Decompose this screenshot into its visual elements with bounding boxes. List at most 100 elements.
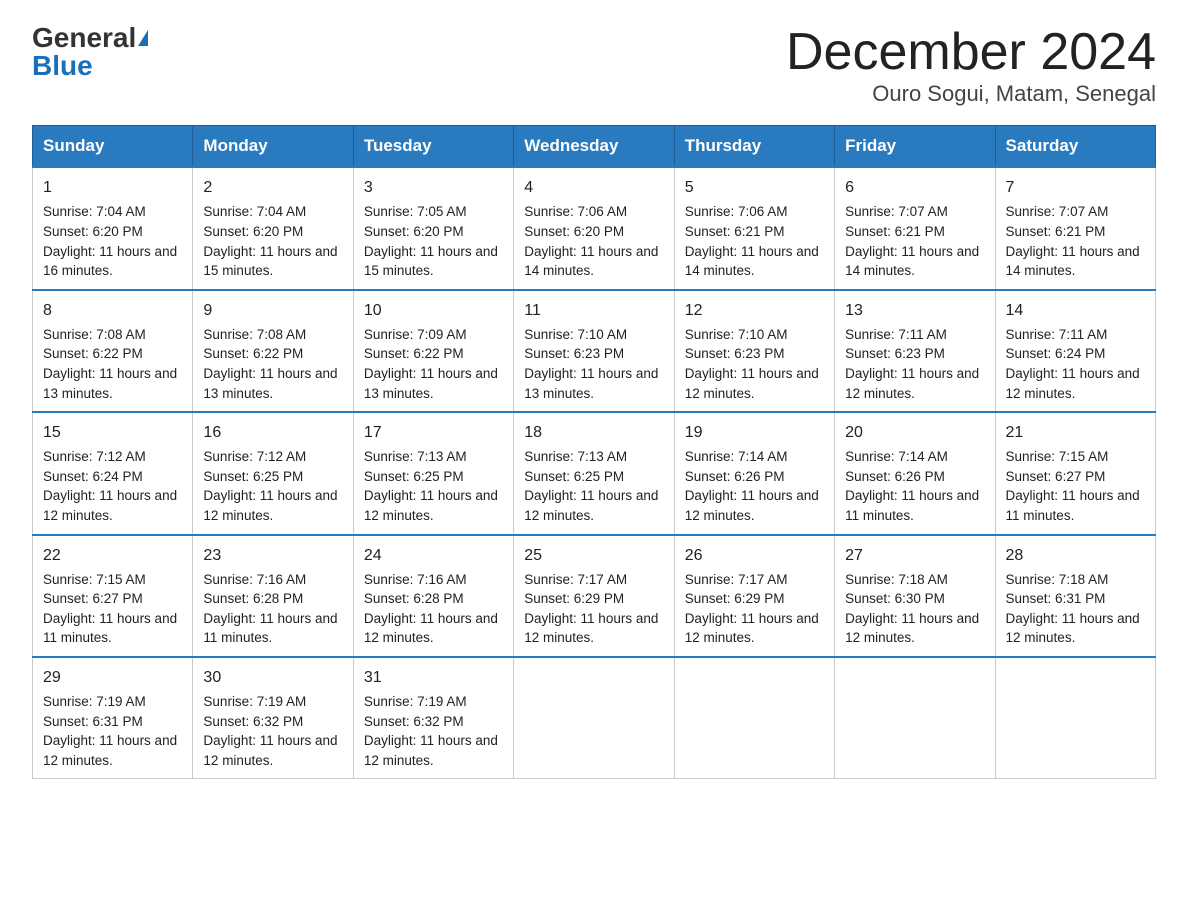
sunset-label: Sunset: 6:23 PM [845, 346, 945, 361]
sunrise-label: Sunrise: 7:18 AM [1006, 572, 1109, 587]
day-number: 8 [43, 299, 182, 322]
day-number: 12 [685, 299, 824, 322]
daylight-label: Daylight: 11 hours and 12 minutes. [203, 733, 337, 768]
sunset-label: Sunset: 6:31 PM [43, 714, 143, 729]
calendar-cell: 1Sunrise: 7:04 AMSunset: 6:20 PMDaylight… [33, 167, 193, 289]
day-number: 9 [203, 299, 342, 322]
daylight-label: Daylight: 11 hours and 13 minutes. [524, 366, 658, 401]
daylight-label: Daylight: 11 hours and 12 minutes. [685, 366, 819, 401]
sunset-label: Sunset: 6:25 PM [203, 469, 303, 484]
calendar-cell: 22Sunrise: 7:15 AMSunset: 6:27 PMDayligh… [33, 535, 193, 657]
sunset-label: Sunset: 6:29 PM [685, 591, 785, 606]
day-number: 10 [364, 299, 503, 322]
calendar-cell [995, 657, 1155, 779]
sunrise-label: Sunrise: 7:06 AM [524, 204, 627, 219]
sunrise-label: Sunrise: 7:12 AM [203, 449, 306, 464]
sunset-label: Sunset: 6:21 PM [1006, 224, 1106, 239]
day-number: 28 [1006, 544, 1145, 567]
sunrise-label: Sunrise: 7:19 AM [364, 694, 467, 709]
calendar-cell: 3Sunrise: 7:05 AMSunset: 6:20 PMDaylight… [353, 167, 513, 289]
sunrise-label: Sunrise: 7:17 AM [685, 572, 788, 587]
calendar-cell: 7Sunrise: 7:07 AMSunset: 6:21 PMDaylight… [995, 167, 1155, 289]
calendar-cell: 31Sunrise: 7:19 AMSunset: 6:32 PMDayligh… [353, 657, 513, 779]
sunrise-label: Sunrise: 7:14 AM [685, 449, 788, 464]
sunset-label: Sunset: 6:23 PM [685, 346, 785, 361]
day-number: 13 [845, 299, 984, 322]
daylight-label: Daylight: 11 hours and 12 minutes. [364, 611, 498, 646]
calendar-week-row: 8 Sunrise: 7:08 AM Sunset: 6:22 PM Daylight… [33, 290, 1156, 412]
day-number: 20 [845, 421, 984, 444]
sunset-label: Sunset: 6:27 PM [1006, 469, 1106, 484]
calendar-header-row: SundayMondayTuesdayWednesdayThursdayFrid… [33, 126, 1156, 168]
calendar-cell: 21Sunrise: 7:15 AMSunset: 6:27 PMDayligh… [995, 412, 1155, 534]
sunrise-label: Sunrise: 7:08 AM [43, 327, 146, 342]
calendar-cell: 29Sunrise: 7:19 AMSunset: 6:31 PMDayligh… [33, 657, 193, 779]
sunrise-label: Sunrise: 7:16 AM [203, 572, 306, 587]
daylight-label: Daylight: 11 hours and 11 minutes. [845, 488, 979, 523]
sunrise-label: Sunrise: 7:11 AM [1006, 327, 1108, 342]
day-number: 27 [845, 544, 984, 567]
calendar-header-friday: Friday [835, 126, 995, 168]
day-number: 25 [524, 544, 663, 567]
logo-general: General [32, 24, 136, 52]
calendar-cell: 18Sunrise: 7:13 AMSunset: 6:25 PMDayligh… [514, 412, 674, 534]
sunset-label: Sunset: 6:26 PM [685, 469, 785, 484]
day-number: 26 [685, 544, 824, 567]
sunrise-label: Sunrise: 7:17 AM [524, 572, 627, 587]
calendar-week-row: 15Sunrise: 7:12 AMSunset: 6:24 PMDayligh… [33, 412, 1156, 534]
daylight-label: Daylight: 11 hours and 12 minutes. [364, 488, 498, 523]
day-number: 17 [364, 421, 503, 444]
day-number: 18 [524, 421, 663, 444]
daylight-label: Daylight: 11 hours and 11 minutes. [43, 611, 177, 646]
sunset-label: Sunset: 6:31 PM [1006, 591, 1106, 606]
sunrise-label: Sunrise: 7:19 AM [43, 694, 146, 709]
sunset-label: Sunset: 6:20 PM [524, 224, 624, 239]
sunrise-label: Sunrise: 7:05 AM [364, 204, 467, 219]
daylight-label: Daylight: 11 hours and 13 minutes. [43, 366, 177, 401]
daylight-label: Daylight: 11 hours and 12 minutes. [43, 733, 177, 768]
daylight-label: Daylight: 11 hours and 16 minutes. [43, 244, 177, 279]
calendar-header-wednesday: Wednesday [514, 126, 674, 168]
calendar-cell: 30Sunrise: 7:19 AMSunset: 6:32 PMDayligh… [193, 657, 353, 779]
daylight-label: Daylight: 11 hours and 15 minutes. [364, 244, 498, 279]
daylight-label: Daylight: 11 hours and 14 minutes. [1006, 244, 1140, 279]
daylight-label: Daylight: 11 hours and 12 minutes. [845, 366, 979, 401]
day-number: 19 [685, 421, 824, 444]
calendar-cell: 26Sunrise: 7:17 AMSunset: 6:29 PMDayligh… [674, 535, 834, 657]
daylight-label: Daylight: 11 hours and 12 minutes. [524, 611, 658, 646]
day-number: 1 [43, 176, 182, 199]
logo-blue: Blue [32, 52, 93, 80]
day-number: 11 [524, 299, 663, 322]
day-number: 2 [203, 176, 342, 199]
calendar-cell [514, 657, 674, 779]
calendar-cell: 28Sunrise: 7:18 AMSunset: 6:31 PMDayligh… [995, 535, 1155, 657]
calendar-cell: 16Sunrise: 7:12 AMSunset: 6:25 PMDayligh… [193, 412, 353, 534]
sunrise-label: Sunrise: 7:09 AM [364, 327, 467, 342]
sunrise-label: Sunrise: 7:10 AM [524, 327, 627, 342]
calendar-cell: 10Sunrise: 7:09 AMSunset: 6:22 PMDayligh… [353, 290, 513, 412]
calendar-cell: 27Sunrise: 7:18 AMSunset: 6:30 PMDayligh… [835, 535, 995, 657]
sunset-label: Sunset: 6:20 PM [43, 224, 143, 239]
daylight-label: Daylight: 11 hours and 12 minutes. [524, 488, 658, 523]
day-number: 30 [203, 666, 342, 689]
calendar-table: SundayMondayTuesdayWednesdayThursdayFrid… [32, 125, 1156, 779]
sunset-label: Sunset: 6:25 PM [364, 469, 464, 484]
day-number: 15 [43, 421, 182, 444]
sunset-label: Sunset: 6:21 PM [685, 224, 785, 239]
calendar-cell: 5Sunrise: 7:06 AMSunset: 6:21 PMDaylight… [674, 167, 834, 289]
day-number: 21 [1006, 421, 1145, 444]
daylight-label: Daylight: 11 hours and 11 minutes. [203, 611, 337, 646]
sunrise-label: Sunrise: 7:15 AM [1006, 449, 1109, 464]
sunrise-label: Sunrise: 7:07 AM [845, 204, 948, 219]
calendar-week-row: 29Sunrise: 7:19 AMSunset: 6:31 PMDayligh… [33, 657, 1156, 779]
sunrise-label: Sunrise: 7:08 AM [203, 327, 306, 342]
sunrise-label: Sunrise: 7:19 AM [203, 694, 306, 709]
sunset-label: Sunset: 6:28 PM [364, 591, 464, 606]
calendar-header-monday: Monday [193, 126, 353, 168]
sunset-label: Sunset: 6:21 PM [845, 224, 945, 239]
calendar-cell [674, 657, 834, 779]
sunset-label: Sunset: 6:22 PM [43, 346, 143, 361]
day-number: 5 [685, 176, 824, 199]
calendar-cell: 17Sunrise: 7:13 AMSunset: 6:25 PMDayligh… [353, 412, 513, 534]
page-header: General Blue December 2024 Ouro Sogui, M… [32, 24, 1156, 107]
